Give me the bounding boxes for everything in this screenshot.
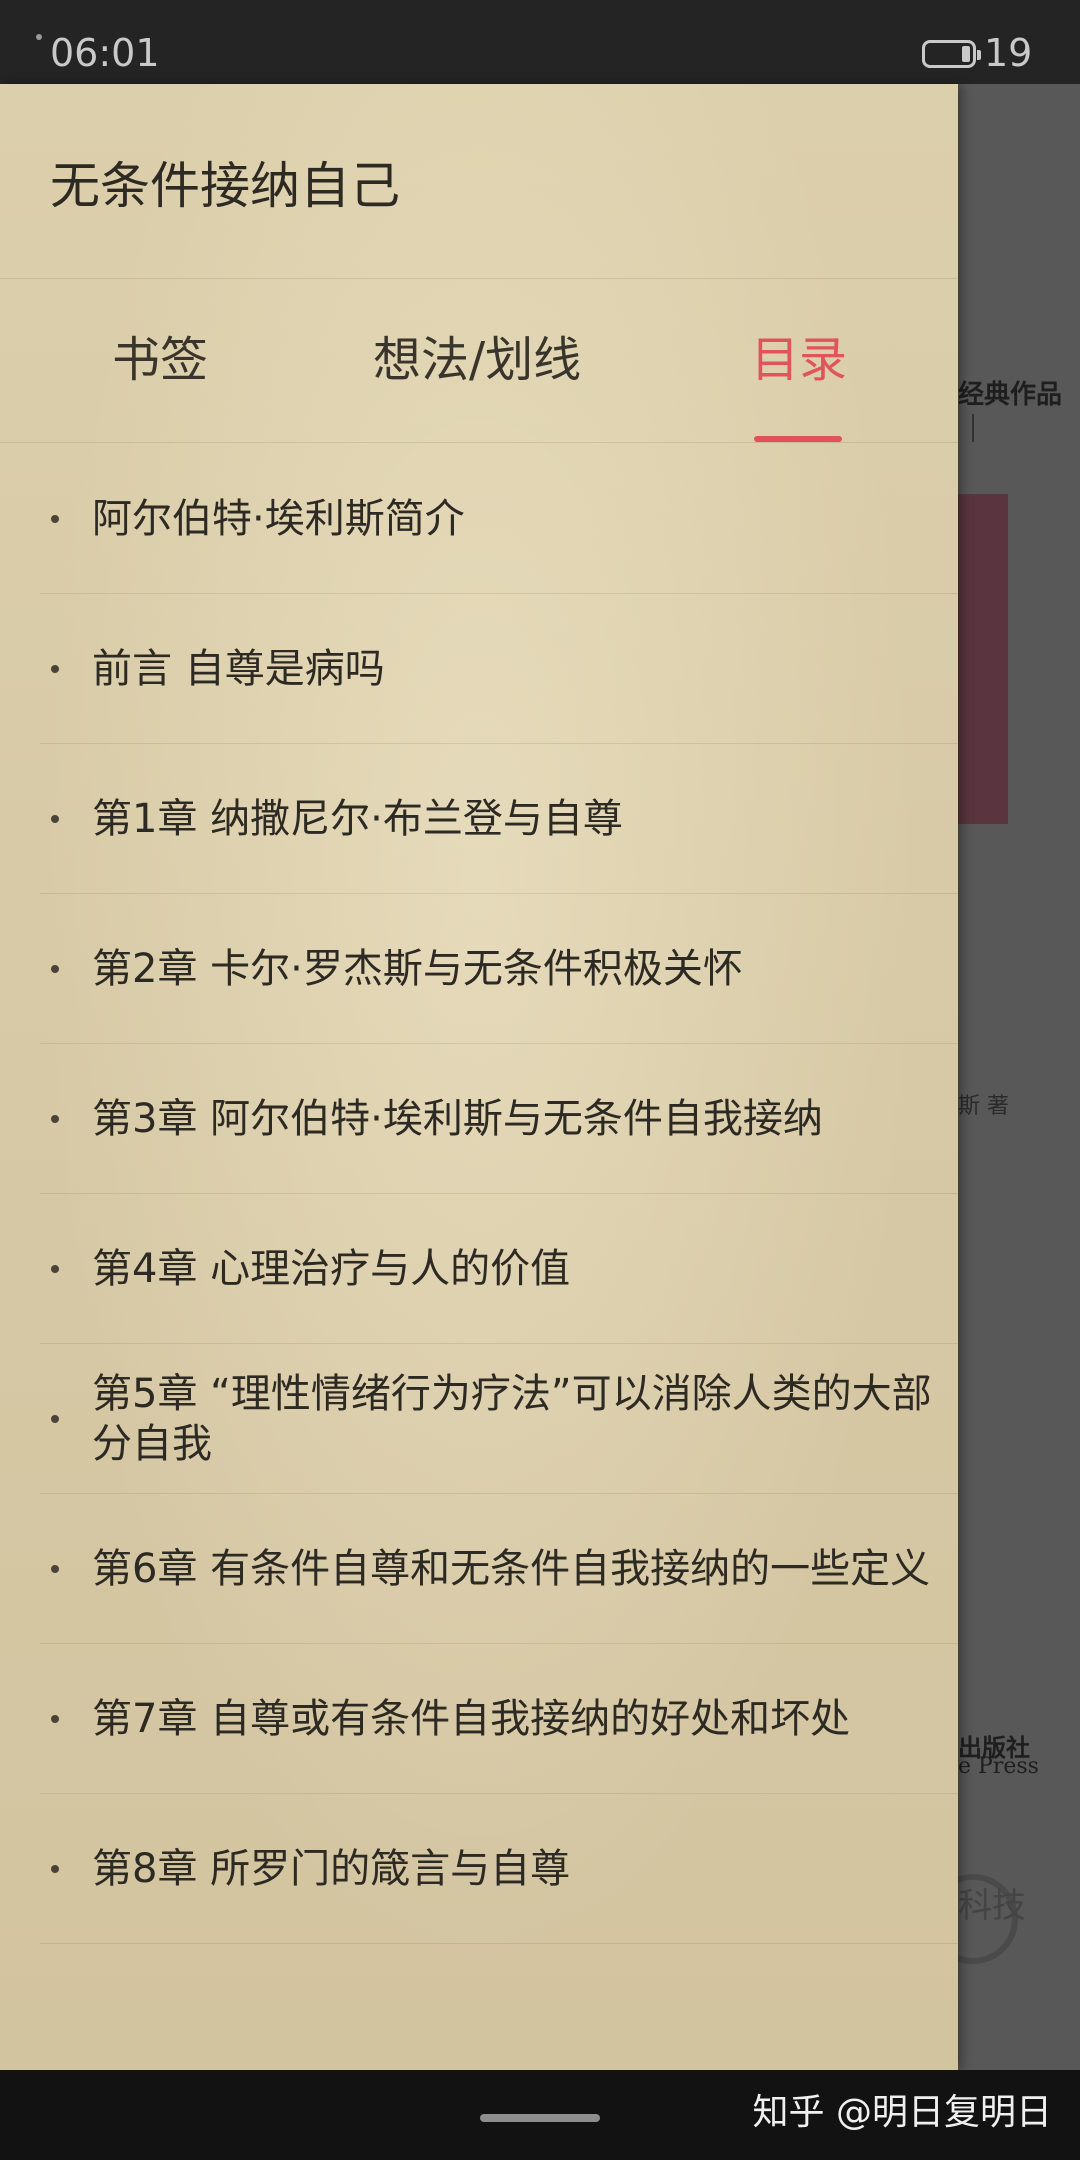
- bullet-icon: [51, 1265, 59, 1273]
- toc-item-label: 第4章 心理治疗与人的价值: [92, 1246, 571, 1292]
- book-page-fragment-press: e Press: [958, 1754, 1039, 1779]
- tab-toc[interactable]: 目录: [751, 328, 847, 392]
- toc-item-label: 第1章 纳撒尼尔·布兰登与自尊: [92, 796, 623, 842]
- toc-item[interactable]: 第3章 阿尔伯特·埃利斯与无条件自我接纳: [0, 1044, 958, 1194]
- bullet-icon: [51, 1715, 59, 1723]
- watermark: 知乎 @明日复明日: [752, 2092, 1052, 2133]
- navigation-bar: 知乎 @明日复明日: [0, 2070, 1080, 2160]
- book-title: 无条件接纳自己: [50, 157, 400, 215]
- toc-item[interactable]: 阿尔伯特·埃利斯简介: [0, 444, 958, 594]
- book-cover-title-art: [958, 494, 1008, 824]
- book-page-overlay[interactable]: 经典作品 斯 著 出版社 e Press 科技: [928, 84, 1080, 2070]
- bullet-icon: [51, 1415, 59, 1423]
- toc-item[interactable]: 前言 自尊是病吗: [0, 594, 958, 744]
- tab-notes[interactable]: 想法/划线: [373, 328, 581, 392]
- battery-fill: [962, 46, 970, 62]
- toc-item[interactable]: 第8章 所罗门的箴言与自尊: [0, 1794, 958, 1944]
- toc-drawer: 无条件接纳自己 书签 想法/划线 目录 阿尔伯特·埃利斯简介 前言 自尊是病吗第1…: [0, 84, 958, 2070]
- battery-level: 19: [984, 31, 1033, 75]
- toc-item[interactable]: 第4章 心理治疗与人的价值: [0, 1194, 958, 1344]
- toc-item[interactable]: 第5章 “理性情绪行为疗法”可以消除人类的大部分自我: [0, 1344, 958, 1494]
- book-page-fragment-author: 斯 著: [958, 1094, 1009, 1119]
- toc-item[interactable]: 第7章 自尊或有条件自我接纳的好处和坏处: [0, 1644, 958, 1794]
- toc-item-label: 第6章 有条件自尊和无条件自我接纳的一些定义: [92, 1546, 931, 1592]
- toc-item-label: 第3章 阿尔伯特·埃利斯与无条件自我接纳: [92, 1096, 823, 1142]
- toc-item[interactable]: 第6章 有条件自尊和无条件自我接纳的一些定义: [0, 1494, 958, 1644]
- toc-item[interactable]: 第2章 卡尔·罗杰斯与无条件积极关怀: [0, 894, 958, 1044]
- bullet-icon: [51, 965, 59, 973]
- toc-item-label: 第5章 “理性情绪行为疗法”可以消除人类的大部分自我: [92, 1371, 932, 1467]
- status-time: 06:01: [50, 31, 160, 75]
- home-indicator[interactable]: [480, 2114, 600, 2122]
- screen: 06:01 19 经典作品 斯 著 出版社 e Press 科技 无条件接纳自己…: [0, 0, 1080, 2160]
- toc-item-label: 阿尔伯特·埃利斯简介: [92, 496, 465, 542]
- toc-item-label: 前言 自尊是病吗: [92, 646, 385, 692]
- status-bar: 06:01 19: [0, 0, 1080, 84]
- divider: [0, 442, 958, 443]
- book-page-fragment-top: 经典作品: [958, 380, 1063, 410]
- toc-item-label: 第8章 所罗门的箴言与自尊: [92, 1846, 571, 1892]
- book-page-divider: [972, 414, 974, 442]
- bullet-icon: [51, 1115, 59, 1123]
- tab-bookmarks[interactable]: 书签: [112, 328, 208, 392]
- bullet-icon: [51, 815, 59, 823]
- bullet-icon: [51, 665, 59, 673]
- battery-icon: [922, 40, 981, 68]
- bullet-icon: [51, 1865, 59, 1873]
- toc-item-label: 第7章 自尊或有条件自我接纳的好处和坏处: [92, 1696, 851, 1742]
- bullet-icon: [51, 1565, 59, 1573]
- notification-dot-icon: [36, 34, 42, 40]
- toc-list: 阿尔伯特·埃利斯简介 前言 自尊是病吗第1章 纳撒尼尔·布兰登与自尊第2章 卡尔·…: [0, 444, 958, 1944]
- toc-item[interactable]: 第1章 纳撒尼尔·布兰登与自尊: [0, 744, 958, 894]
- divider: [0, 278, 958, 279]
- drawer-tabs: 书签 想法/划线 目录: [0, 328, 958, 438]
- bullet-icon: [51, 515, 59, 523]
- toc-item-label: 第2章 卡尔·罗杰斯与无条件积极关怀: [92, 946, 743, 992]
- book-page-fragment-logo-text: 科技: [958, 1886, 1026, 1926]
